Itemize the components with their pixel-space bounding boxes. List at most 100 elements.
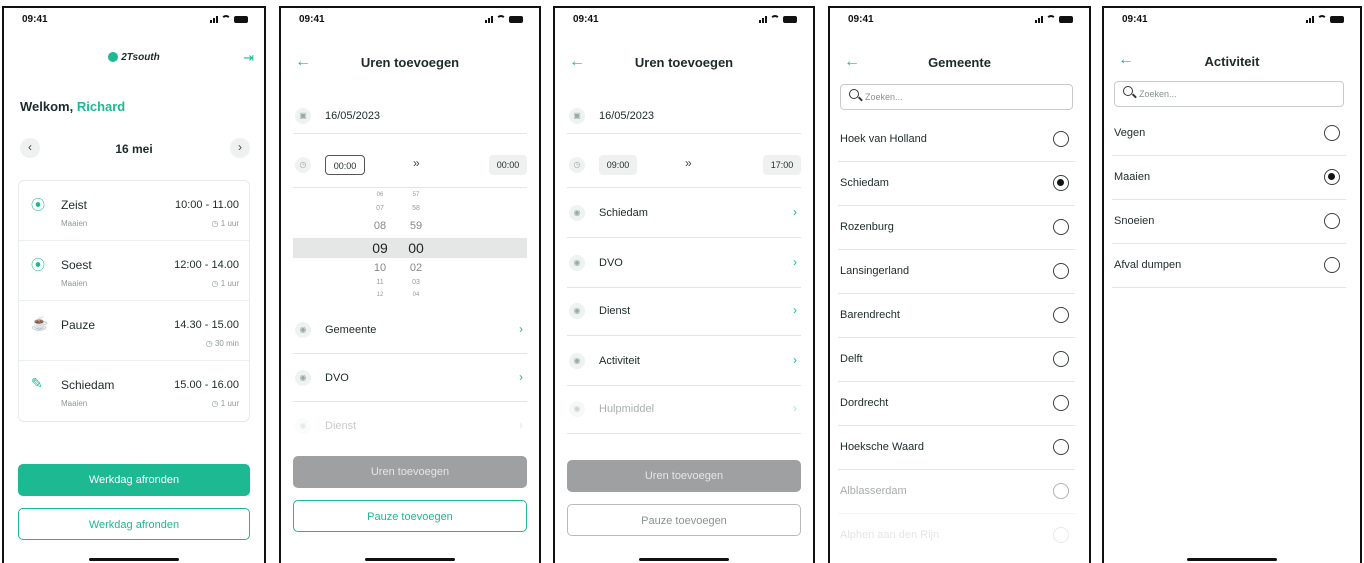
time-entry[interactable]: ⦿ Soest Maaien 12:00 - 14.00 ◷ 1 uur [19, 241, 249, 301]
status-bar: 09:41 [573, 14, 797, 28]
add-hours-button[interactable]: Uren toevoegen [567, 460, 801, 492]
activity-row[interactable]: ◉ Activiteit › [567, 340, 801, 386]
welcome-heading: Welkom, Richard [20, 99, 126, 114]
list-item[interactable]: Hoeksche Waard [838, 426, 1075, 470]
list-item[interactable]: Alphen aan den Rijn [838, 514, 1075, 558]
start-time-field[interactable]: 00:00 [325, 155, 365, 175]
location-icon: ◉ [569, 205, 585, 221]
entry-activity: Maaien [61, 399, 88, 408]
list-item[interactable]: Alblasserdam [838, 470, 1075, 514]
list-item[interactable]: Afval dumpen [1112, 244, 1346, 288]
municipality-select-screen: 09:41 ← Gemeente Zoeken... Hoek van Holl… [828, 6, 1091, 563]
coffee-cup-icon: ☕ [31, 315, 49, 331]
entry-time: 12:00 - 14.00 [174, 259, 239, 271]
status-time: 09:41 [1122, 14, 1148, 25]
battery-icon [234, 16, 248, 23]
list-item[interactable]: Maaien [1112, 156, 1346, 200]
entry-duration: ◷ 1 uur [211, 219, 239, 228]
list-item[interactable]: Delft [838, 338, 1075, 382]
list-item[interactable]: Barendrecht [838, 294, 1075, 338]
start-time-field[interactable]: 09:00 [599, 155, 637, 175]
search-icon [849, 89, 859, 99]
radio-button [1324, 257, 1340, 273]
time-entry[interactable]: ✎ Schiedam Maaien 15.00 - 16.00 ◷ 1 uur [19, 361, 249, 421]
service-icon: ◉ [295, 418, 311, 434]
chevron-right-icon: › [793, 401, 797, 415]
entry-time: 15.00 - 16.00 [174, 379, 239, 391]
radio-button [1053, 439, 1069, 455]
next-day-button[interactable]: › [230, 138, 250, 158]
entry-activity: Maaien [61, 219, 88, 228]
battery-icon [1330, 16, 1344, 23]
list-item[interactable]: Lansingerland [838, 250, 1075, 294]
chevron-right-icon: › [793, 205, 797, 219]
finish-workday-secondary-button[interactable]: Werkdag afronden [18, 508, 250, 540]
radio-button [1324, 213, 1340, 229]
date-row[interactable]: ▣ 16/05/2023 [567, 96, 801, 134]
location-pin-icon: ⦿ [31, 197, 45, 213]
list-item[interactable]: Dordrecht [838, 382, 1075, 426]
entry-place: Soest [61, 258, 92, 272]
chevron-right-icon: › [519, 418, 523, 432]
activity-select-screen: 09:41 ← Activiteit Zoeken... Vegen Maaie… [1102, 6, 1362, 563]
wifi-icon [496, 15, 506, 23]
add-break-button[interactable]: Pauze toevoegen [567, 504, 801, 536]
tool-row[interactable]: ◉ Hulpmiddel › [567, 388, 801, 434]
logout-icon[interactable]: ⇥ [243, 50, 254, 66]
time-entry[interactable]: ⦿ Zeist Maaien 10:00 - 11.00 ◷ 1 uur [19, 181, 249, 241]
location-pin-icon: ⦿ [31, 257, 45, 273]
battery-icon [509, 16, 523, 23]
double-chevron-icon: » [685, 156, 692, 170]
municipality-row[interactable]: ◉ Gemeente › [293, 310, 527, 354]
list-item[interactable]: Vegen [1112, 112, 1346, 156]
time-picker-wheel[interactable]: 06 57 07 58 08 59 09 00 10 02 11 03 12 0… [293, 192, 527, 307]
picker-minute-selected: 00 [408, 240, 424, 256]
signal-icon [210, 15, 218, 23]
clock-icon: ◷ [205, 339, 213, 348]
add-hours-picker-screen: 09:41 ← Uren toevoegen ▣ 16/05/2023 ◷ 00… [279, 6, 541, 563]
radio-button [1053, 483, 1069, 499]
current-date: 16 mei [115, 142, 153, 156]
add-hours-button[interactable]: Uren toevoegen [293, 456, 527, 488]
service-row[interactable]: ◉ Dienst › [567, 290, 801, 336]
home-indicator [89, 558, 179, 561]
search-input[interactable]: Zoeken... [1114, 81, 1344, 107]
date-row[interactable]: ▣ 16/05/2023 [293, 96, 527, 134]
service-row[interactable]: ◉ Dienst › [293, 408, 527, 442]
battery-icon [783, 16, 797, 23]
signal-icon [1306, 15, 1314, 23]
radio-button [1053, 351, 1069, 367]
home-indicator [1187, 558, 1277, 561]
end-time-field[interactable]: 17:00 [763, 155, 801, 175]
wifi-icon [770, 15, 780, 23]
entry-place: Zeist [61, 198, 88, 212]
dvo-row[interactable]: ◉ DVO › [293, 358, 527, 402]
entry-time: 14.30 - 15.00 [174, 319, 239, 331]
user-name: Richard [76, 99, 126, 114]
list-item[interactable]: Snoeien [1112, 200, 1346, 244]
time-entry[interactable]: ☕ Pauze 14.30 - 15.00 ◷ 30 min [19, 301, 249, 361]
brand-logo: 2Tsouth [4, 52, 264, 63]
entry-activity: Maaien [61, 279, 88, 288]
radio-button [1053, 395, 1069, 411]
radio-button [1053, 219, 1069, 235]
search-input[interactable]: Zoeken... [840, 84, 1073, 110]
status-bar: 09:41 [848, 14, 1073, 28]
list-item[interactable]: Hoek van Holland [838, 118, 1075, 162]
municipality-row[interactable]: ◉ Schiedam › [567, 192, 801, 238]
list-item[interactable]: Schiedam [838, 162, 1075, 206]
list-item[interactable]: Rozenburg [838, 206, 1075, 250]
dvo-row[interactable]: ◉ DVO › [567, 242, 801, 288]
finish-workday-button[interactable]: Werkdag afronden [18, 464, 250, 496]
radio-button-selected [1324, 169, 1340, 185]
tool-icon: ◉ [569, 401, 585, 417]
radio-button [1053, 263, 1069, 279]
status-bar: 09:41 [1122, 14, 1344, 28]
end-time-field[interactable]: 00:00 [489, 155, 527, 175]
document-icon: ◉ [569, 255, 585, 271]
time-range-row: ◷ 00:00 » 00:00 [293, 144, 527, 188]
status-bar: 09:41 [22, 14, 248, 28]
time-range-row: ◷ 09:00 » 17:00 [567, 144, 801, 188]
status-time: 09:41 [299, 14, 325, 25]
add-break-button[interactable]: Pauze toevoegen [293, 500, 527, 532]
